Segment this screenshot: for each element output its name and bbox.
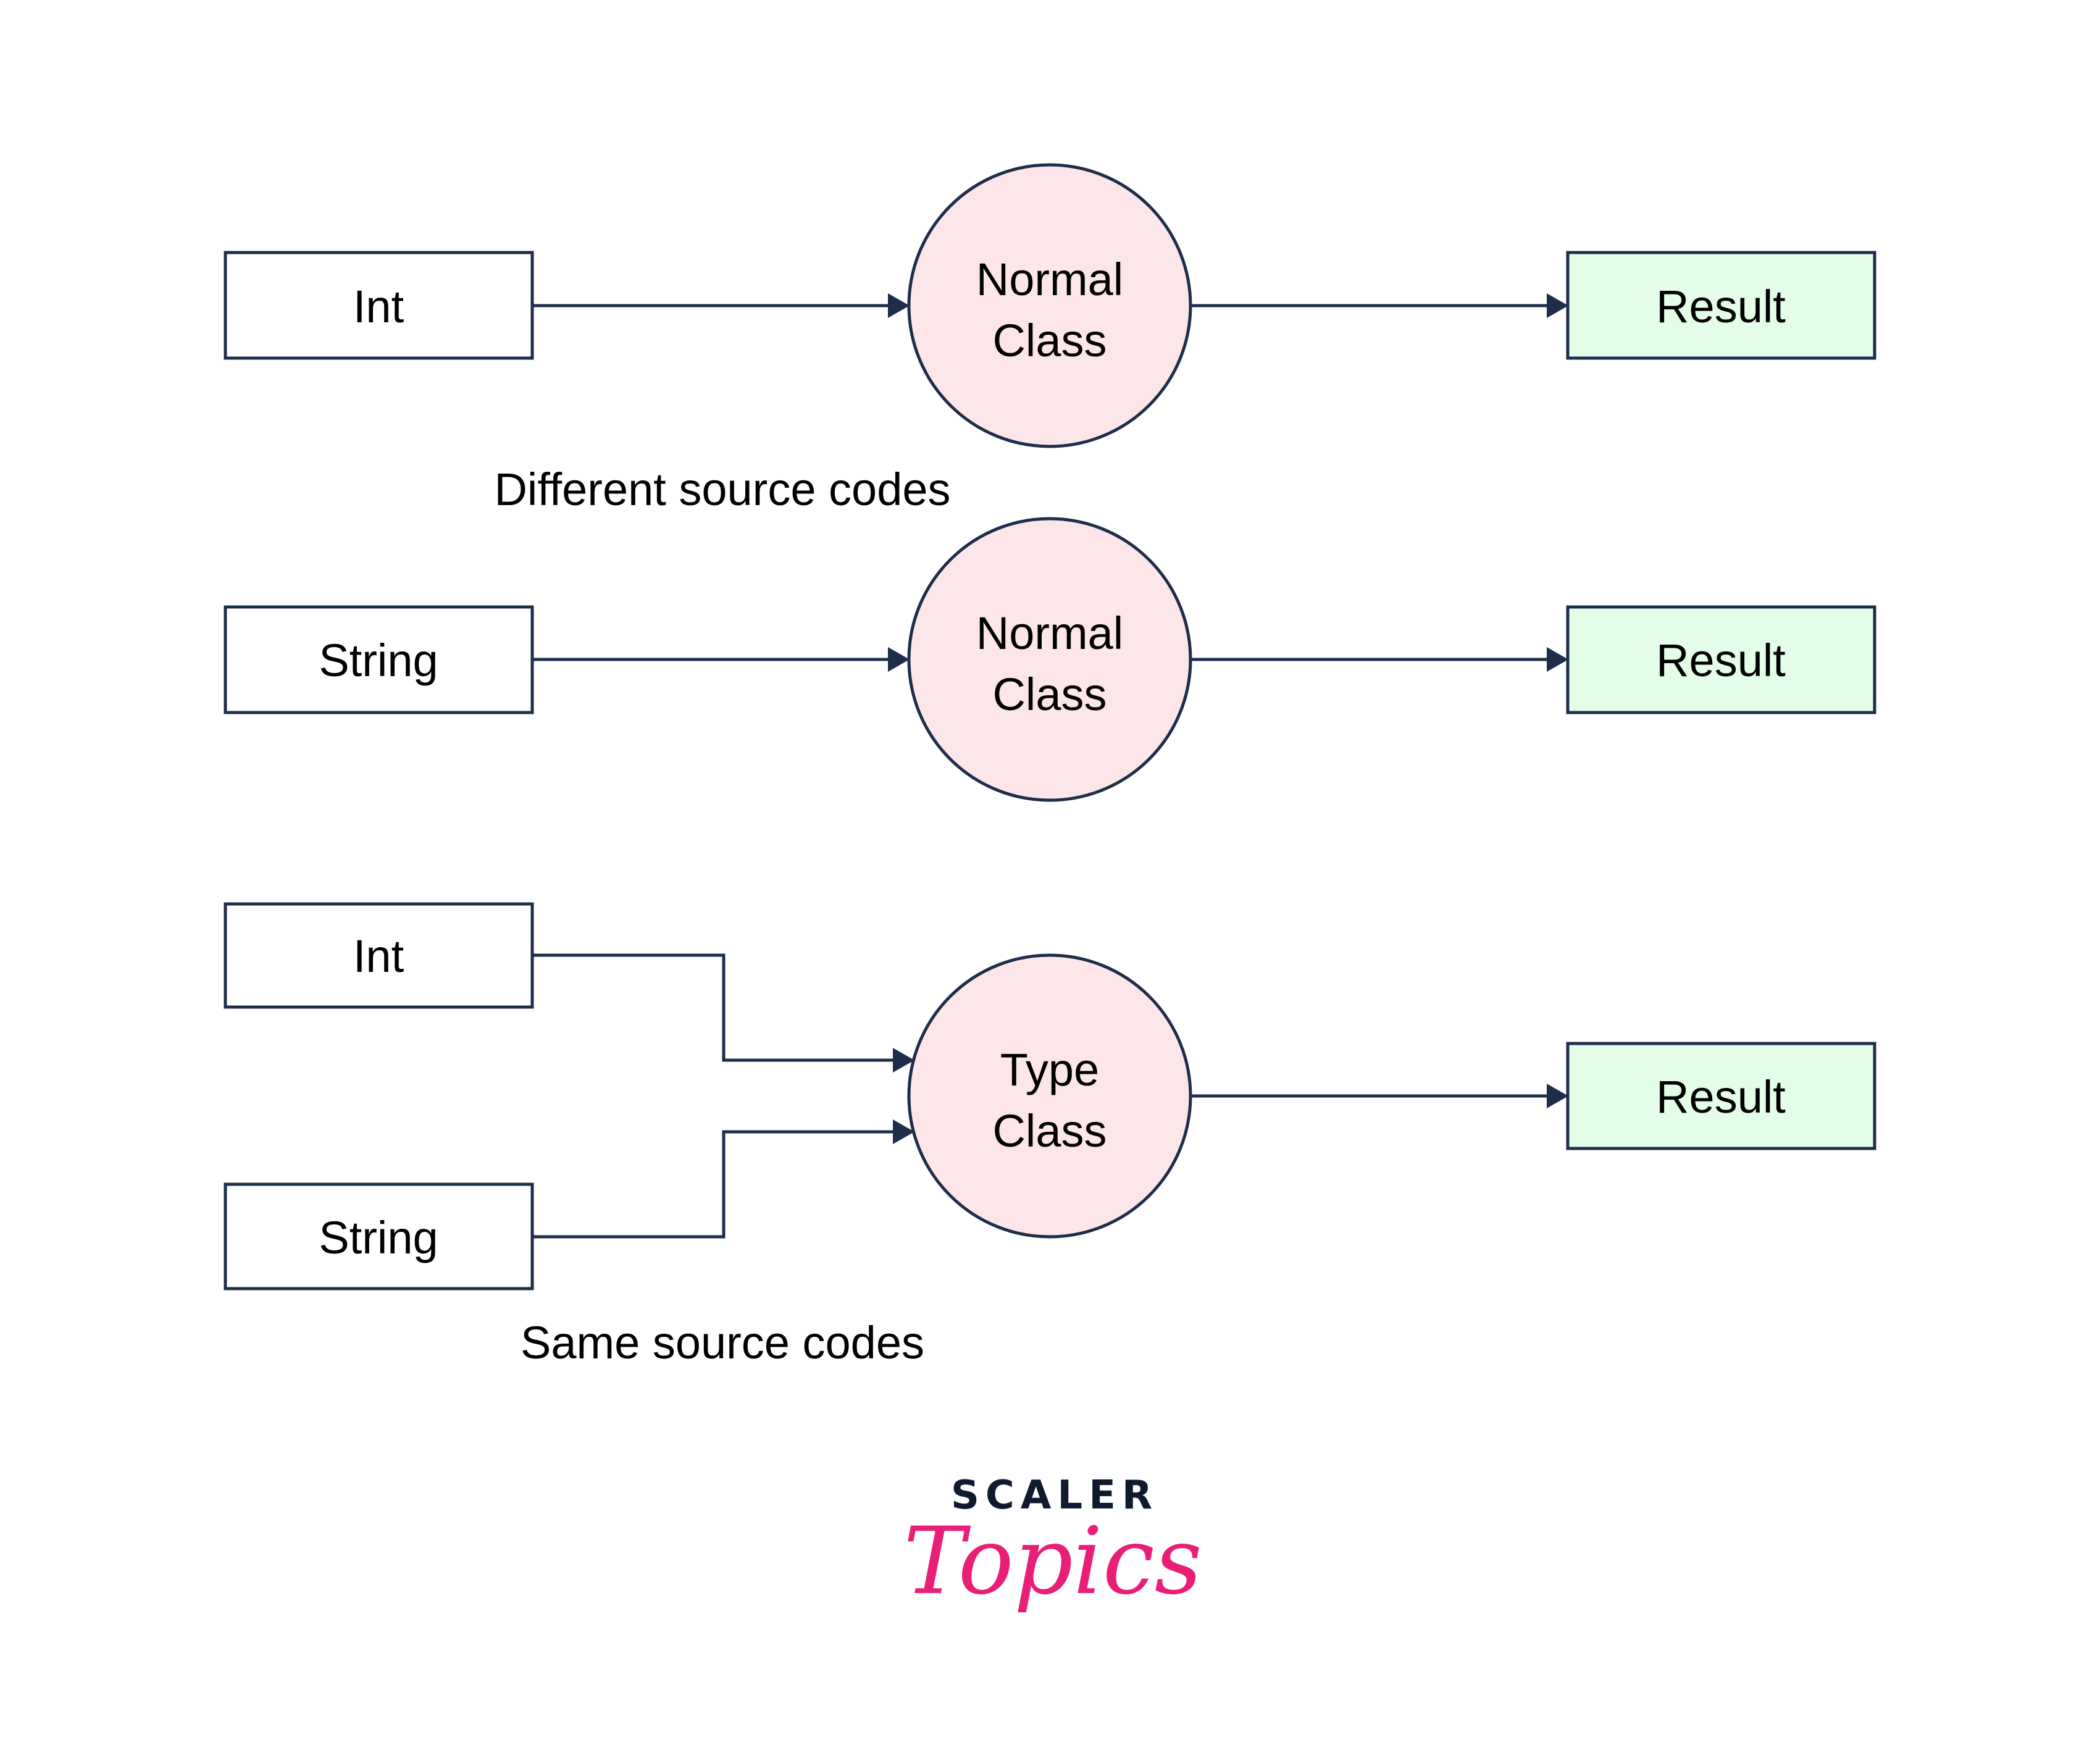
input-box-int: Int (224, 251, 534, 360)
normal-class-circle-1 (907, 163, 1192, 448)
input-box-int-2: Int (224, 902, 534, 1009)
input-box-string-2: String (224, 1182, 534, 1290)
normal-class-circle-2 (907, 517, 1192, 802)
result-label-1: Result (1656, 281, 1786, 332)
result-label-2: Result (1656, 635, 1786, 686)
input-label-string: String (319, 635, 438, 686)
arrowhead-icon (1547, 293, 1568, 318)
input-label-string-2: String (319, 1212, 438, 1263)
type-class-node: Type Class (907, 953, 1192, 1239)
row-3: Int String Type Class Result (224, 902, 1876, 1290)
type-class-circle (907, 953, 1192, 1239)
diagram-canvas: Int Normal Class Result Different source… (224, 163, 1876, 1615)
arrowhead-icon (888, 293, 910, 318)
connector-int-to-type-class (532, 953, 894, 1062)
node-label-line-2: Class (992, 315, 1106, 366)
logo-topics-text: Topics (903, 1508, 1202, 1615)
row-1: Int Normal Class Result (224, 163, 1876, 448)
caption-different-source-codes: Different source codes (494, 464, 950, 515)
node-label-line-1: Normal (976, 608, 1123, 659)
arrowhead-icon (1547, 1084, 1568, 1108)
input-label-int: Int (353, 281, 404, 332)
node-label-line-1: Normal (976, 254, 1123, 305)
normal-class-node-2: Normal Class (907, 517, 1192, 802)
caption-same-source-codes: Same source codes (521, 1317, 924, 1368)
result-box-1: Result (1566, 251, 1876, 360)
row-2: String Normal Class Result (224, 517, 1876, 802)
normal-class-node-1: Normal Class (907, 163, 1192, 448)
arrowhead-icon (1547, 647, 1568, 672)
node-label-line-2: Class (992, 669, 1106, 720)
scaler-topics-logo: SCALER Topics (903, 1473, 1202, 1615)
result-label-3: Result (1656, 1071, 1786, 1123)
input-box-string: String (224, 605, 534, 714)
connector-string-to-type-class (532, 1130, 894, 1239)
node-label-line-1: Type (1000, 1044, 1099, 1095)
node-label-line-2: Class (992, 1105, 1106, 1157)
result-box-3: Result (1566, 1042, 1876, 1150)
result-box-2: Result (1566, 605, 1876, 714)
arrowhead-icon (888, 647, 910, 672)
input-label-int-2: Int (353, 931, 404, 982)
